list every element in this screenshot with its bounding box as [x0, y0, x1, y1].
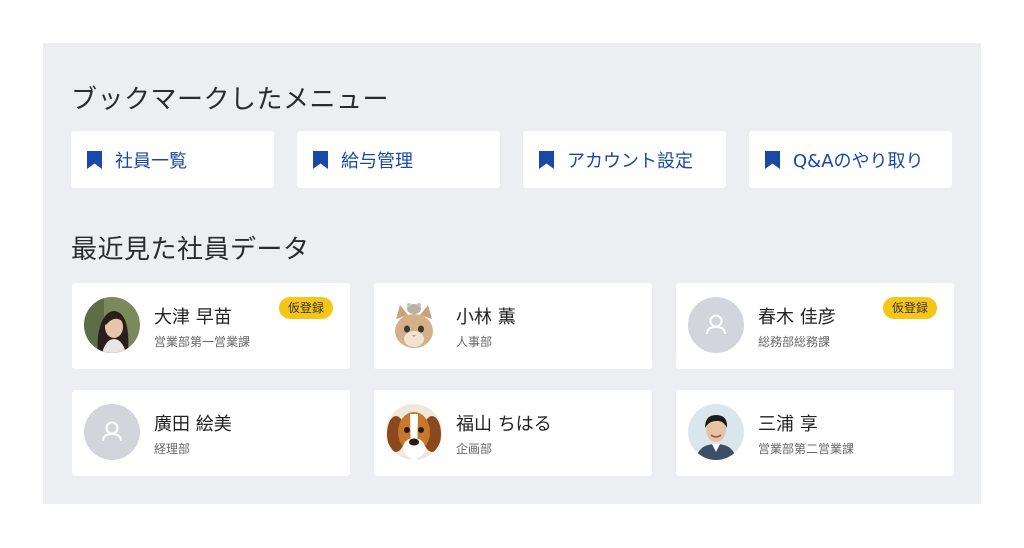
provisional-badge: 仮登録: [882, 297, 937, 319]
bookmark-icon: [313, 150, 328, 169]
avatar-cat-photo: [386, 297, 442, 353]
employee-department: 営業部第一営業課: [154, 335, 251, 349]
provisional-badge: 仮登録: [278, 297, 333, 319]
bookmark-payroll[interactable]: 給与管理: [297, 131, 500, 188]
bookmark-label: 社員一覧: [115, 150, 187, 172]
employee-card[interactable]: 大津 早苗 営業部第一営業課 仮登録: [72, 283, 350, 369]
bookmark-icon: [87, 150, 102, 169]
employee-department: 企画部: [456, 442, 493, 456]
employee-department: 経理部: [154, 442, 191, 456]
person-placeholder-icon: [84, 404, 140, 460]
bookmark-label: アカウント設定: [567, 150, 693, 172]
avatar-man-photo: [688, 404, 744, 460]
bookmark-label: Q&Aのやり取り: [793, 150, 924, 172]
bookmark-icon: [765, 150, 780, 169]
bookmark-employee-list[interactable]: 社員一覧: [71, 131, 274, 188]
employee-name: 三浦 享: [758, 414, 818, 435]
person-placeholder-icon: [688, 297, 744, 353]
employee-name: 福山 ちはる: [456, 414, 552, 435]
employee-card[interactable]: 小林 薫 人事部: [374, 283, 652, 369]
employee-department: 総務部総務課: [758, 335, 831, 349]
employee-name: 春木 佳彦: [758, 307, 836, 328]
dashboard-panel: ブックマークしたメニュー 社員一覧 給与管理 アカウント設定 Q&Aのやり取り …: [43, 43, 981, 504]
employee-card[interactable]: 三浦 享 営業部第二営業課: [676, 390, 954, 476]
avatar-dog-photo: [386, 404, 442, 460]
recent-employee-grid: 大津 早苗 営業部第一営業課 仮登録 小林 薫 人事部 春木 佳彦 総務部総務課…: [72, 283, 954, 476]
employee-department: 人事部: [456, 335, 493, 349]
bookmark-list: 社員一覧 給与管理 アカウント設定 Q&Aのやり取り: [71, 131, 952, 188]
recent-employees-title: 最近見た社員データ: [71, 235, 310, 265]
avatar-woman-photo: [84, 297, 140, 353]
bookmark-qa[interactable]: Q&Aのやり取り: [749, 131, 952, 188]
bookmark-account-settings[interactable]: アカウント設定: [523, 131, 726, 188]
employee-name: 小林 薫: [456, 307, 516, 328]
employee-card[interactable]: 福山 ちはる 企画部: [374, 390, 652, 476]
bookmark-label: 給与管理: [341, 150, 413, 172]
bookmark-icon: [539, 150, 554, 169]
employee-name: 廣田 絵美: [154, 414, 232, 435]
employee-card[interactable]: 廣田 絵美 経理部: [72, 390, 350, 476]
bookmarked-menu-title: ブックマークしたメニュー: [71, 85, 390, 115]
employee-name: 大津 早苗: [154, 307, 232, 328]
employee-department: 営業部第二営業課: [758, 442, 855, 456]
employee-card[interactable]: 春木 佳彦 総務部総務課 仮登録: [676, 283, 954, 369]
